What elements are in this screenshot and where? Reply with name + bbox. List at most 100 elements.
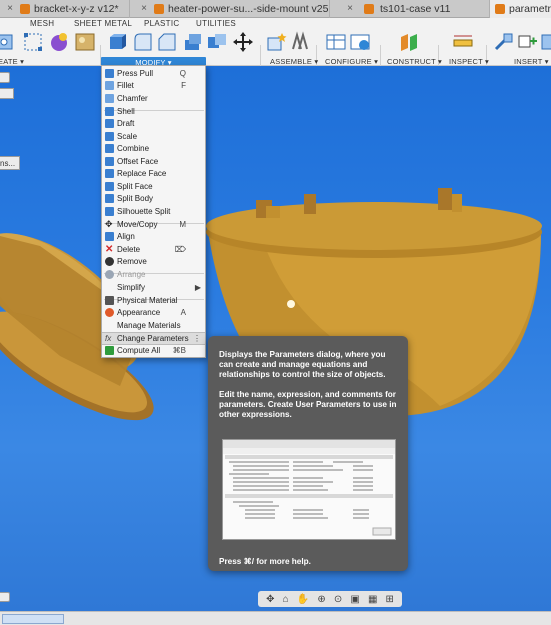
insert-svg-icon[interactable] xyxy=(540,31,551,53)
look-at-icon[interactable]: ⌂ xyxy=(283,594,289,605)
joint-icon[interactable] xyxy=(289,31,311,53)
menu-item-press-pull[interactable]: Press Pull Q xyxy=(102,67,205,80)
sketch-icon[interactable] xyxy=(0,31,16,53)
insert-derive-icon[interactable] xyxy=(492,31,514,53)
menu-item-align[interactable]: Align xyxy=(102,231,205,244)
menu-item-draft[interactable]: Draft xyxy=(102,118,205,131)
ws-tab-mesh[interactable]: MESH xyxy=(30,19,54,28)
design-cube-icon xyxy=(495,4,505,14)
doc-tab-parametric[interactable]: parametric xyxy=(490,0,551,18)
form-icon[interactable] xyxy=(48,31,70,53)
navigation-bar: ✥ ⌂ ✋ ⊕ ⊙ ▣ ▦ ⊞ xyxy=(258,591,402,607)
menu-item-offset-face[interactable]: Offset Face xyxy=(102,155,205,168)
construct-menu-button[interactable]: CONSTRUCT ▾ xyxy=(387,57,442,66)
move-tool-icon[interactable] xyxy=(232,31,254,53)
submenu-arrow-icon: ▶ xyxy=(194,282,201,292)
configure-rule-icon[interactable] xyxy=(349,31,371,53)
measure-icon[interactable] xyxy=(452,31,474,53)
close-icon[interactable]: × xyxy=(344,3,356,14)
insert-menu-button[interactable]: INSERT ▾ xyxy=(514,57,549,66)
menu-item-move-copy[interactable]: ✥ Move/Copy M xyxy=(102,218,205,231)
menu-item-shell[interactable]: Shell xyxy=(102,105,205,118)
menu-item-shortcut: ⌘B xyxy=(172,346,186,356)
close-icon[interactable]: × xyxy=(138,3,150,14)
zoom-icon[interactable]: ⊕ xyxy=(317,594,325,605)
fit-icon[interactable]: ⊙ xyxy=(334,594,342,605)
insert-image-icon[interactable] xyxy=(74,31,96,53)
doc-tab-bracket[interactable]: × bracket-x-y-z v12* xyxy=(0,0,130,18)
menu-item-compute-all[interactable]: Compute All ⌘B xyxy=(102,345,205,358)
menu-item-silhouette-split[interactable]: Silhouette Split xyxy=(102,205,205,218)
configure-menu-button[interactable]: CONFIGURE ▾ xyxy=(325,57,378,66)
doc-tab-label: heater-power-su...-side-mount v25 xyxy=(168,3,329,15)
split-body-icon xyxy=(105,194,114,204)
pan-icon[interactable]: ✋ xyxy=(297,594,309,605)
ws-tab-plastic[interactable]: PLASTIC xyxy=(144,19,179,28)
chamfer-tool-icon[interactable] xyxy=(156,31,178,53)
ws-tab-sheet-metal[interactable]: SHEET METAL xyxy=(74,19,132,28)
inspect-menu-button[interactable]: INSPECT ▾ xyxy=(449,57,489,66)
menu-item-label: Delete xyxy=(117,244,141,254)
doc-tab-ts101[interactable]: × ts101-case v11 xyxy=(330,0,490,18)
fillet-tool-icon[interactable] xyxy=(132,31,154,53)
menu-item-label: Silhouette Split xyxy=(117,206,171,216)
create-menu-button[interactable]: EATE ▾ xyxy=(0,57,24,66)
doc-tab-heater[interactable]: × heater-power-su...-side-mount v25 xyxy=(130,0,330,18)
display-settings-icon[interactable]: ▣ xyxy=(350,594,359,605)
new-component-icon[interactable] xyxy=(265,31,287,53)
more-options-icon[interactable]: ⋮ xyxy=(193,334,201,343)
press-pull-icon xyxy=(105,68,114,78)
tooltip-description: Displays the Parameters dialog, where yo… xyxy=(219,350,386,379)
insert-mesh-icon[interactable] xyxy=(516,31,538,53)
timeline-features[interactable] xyxy=(2,614,64,624)
menu-item-remove[interactable]: Remove xyxy=(102,256,205,269)
menu-item-label: Chamfer xyxy=(117,93,148,103)
menu-item-label: Simplify xyxy=(117,282,146,292)
configure-table-icon[interactable] xyxy=(325,31,347,53)
menu-item-split-face[interactable]: Split Face xyxy=(102,180,205,193)
menu-item-split-body[interactable]: Split Body xyxy=(102,193,205,206)
menu-item-appearance[interactable]: Appearance A xyxy=(102,307,205,320)
menu-item-shortcut: Q xyxy=(179,68,186,78)
menu-item-combine[interactable]: Combine xyxy=(102,143,205,156)
workspace-tabs: MESH SHEET METAL PLASTIC UTILITIES xyxy=(0,18,551,30)
menu-item-chamfer[interactable]: Chamfer xyxy=(102,92,205,105)
comments-collapse-button[interactable] xyxy=(0,592,10,602)
menu-item-arrange[interactable]: Arrange xyxy=(102,269,205,282)
design-cube-icon xyxy=(20,4,30,14)
menu-item-label: Replace Face xyxy=(117,169,167,179)
silhouette-split-icon xyxy=(105,206,114,216)
ws-tab-utilities[interactable]: UTILITIES xyxy=(196,19,236,28)
menu-item-label: Remove xyxy=(117,257,147,267)
arrange-icon xyxy=(105,270,114,280)
menu-item-fillet[interactable]: Fillet F xyxy=(102,80,205,93)
menu-item-manage-materials[interactable]: Manage Materials xyxy=(102,319,205,332)
offset-plane-icon[interactable] xyxy=(398,31,420,53)
fx-icon: fx xyxy=(105,333,112,343)
parameters-dialog-preview xyxy=(222,439,396,540)
assemble-menu-button[interactable]: ASSEMBLE ▾ xyxy=(270,57,318,66)
menu-item-physical-material[interactable]: Physical Material xyxy=(102,294,205,307)
menu-item-delete[interactable]: ✕ Delete ⌦ xyxy=(102,243,205,256)
menu-item-simplify[interactable]: Simplify ▶ xyxy=(102,281,205,294)
menu-blank-icon xyxy=(105,321,114,330)
viewports-icon[interactable]: ⊞ xyxy=(386,594,394,605)
menu-item-label: Appearance xyxy=(117,308,161,318)
combine-tool-icon[interactable] xyxy=(206,31,228,53)
menu-item-label: Arrange xyxy=(117,270,146,280)
menu-item-scale[interactable]: Scale xyxy=(102,130,205,143)
browser-collapse-button[interactable] xyxy=(0,72,10,83)
menu-item-replace-face[interactable]: Replace Face xyxy=(102,168,205,181)
orbit-icon[interactable]: ✥ xyxy=(266,594,274,605)
close-icon[interactable]: × xyxy=(4,3,16,14)
box-sketch-icon[interactable] xyxy=(22,31,44,53)
left-panel-stub: ns... xyxy=(0,156,20,170)
split-face-icon xyxy=(105,181,114,191)
shell-tool-icon[interactable] xyxy=(182,31,204,53)
menu-item-change-parameters[interactable]: fx Change Parameters ⋮ xyxy=(102,332,205,345)
visibility-toggle[interactable] xyxy=(0,88,14,99)
menu-item-label: Scale xyxy=(117,131,138,141)
grid-icon[interactable]: ▦ xyxy=(368,594,377,605)
press-pull-tool-icon[interactable] xyxy=(106,31,128,53)
menu-item-label: Press Pull xyxy=(117,68,154,78)
